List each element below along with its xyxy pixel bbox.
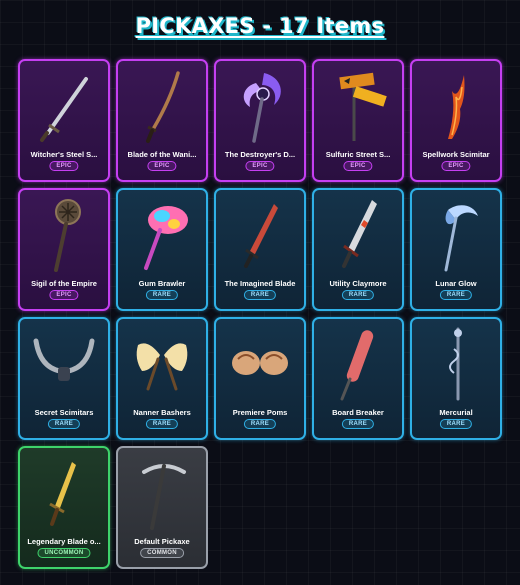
- lunar-axe-icon: [412, 190, 500, 276]
- red-blade-icon: [216, 190, 304, 276]
- item-card[interactable]: Nanner Bashers RARE: [116, 317, 208, 440]
- item-card[interactable]: Default Pickaxe COMMON: [116, 446, 208, 569]
- item-name: Premiere Poms: [232, 408, 288, 417]
- rarity-badge: EPIC: [49, 290, 79, 300]
- banana-bashers-icon: [118, 319, 206, 405]
- claymore-icon: [314, 190, 402, 276]
- street-sign-icon: [314, 61, 402, 147]
- item-name: Nanner Bashers: [133, 408, 191, 417]
- rarity-badge: RARE: [243, 419, 277, 429]
- item-card[interactable]: Mercurial RARE: [410, 317, 502, 440]
- rarity-badge: RARE: [145, 290, 179, 300]
- item-card[interactable]: Lunar Glow RARE: [410, 188, 502, 311]
- rarity-badge: EPIC: [245, 161, 275, 171]
- skateboard-icon: [314, 319, 402, 405]
- item-name: Mercurial: [439, 408, 473, 417]
- steel-sword-icon: [20, 61, 108, 147]
- rarity-badge: RARE: [145, 419, 179, 429]
- golden-sword-icon: [20, 448, 108, 534]
- sigil-mace-icon: [20, 190, 108, 276]
- rarity-badge: UNCOMMON: [37, 548, 91, 558]
- gum-hammer-icon: [118, 190, 206, 276]
- item-card[interactable]: Spellwork Scimitar EPIC: [410, 59, 502, 182]
- rarity-badge: EPIC: [49, 161, 79, 171]
- flame-scimitar-icon: [412, 61, 500, 147]
- item-card[interactable]: The Imagined Blade RARE: [214, 188, 306, 311]
- item-name: Default Pickaxe: [134, 537, 190, 546]
- item-name: Witcher's Steel S...: [30, 150, 98, 159]
- item-card[interactable]: Utility Claymore RARE: [312, 188, 404, 311]
- mercurial-staff-icon: [412, 319, 500, 405]
- item-card[interactable]: Sigil of the Empire EPIC: [18, 188, 110, 311]
- item-grid: Witcher's Steel S... EPIC Blade of the W…: [18, 59, 502, 569]
- pickaxe-icon: [118, 448, 206, 534]
- item-name: Blade of the Wani...: [127, 150, 197, 159]
- item-name: Sulfuric Street S...: [325, 150, 391, 159]
- item-card[interactable]: Witcher's Steel S... EPIC: [18, 59, 110, 182]
- rarity-badge: RARE: [341, 419, 375, 429]
- rarity-badge: RARE: [439, 419, 473, 429]
- pom-poms-icon: [216, 319, 304, 405]
- item-card[interactable]: Premiere Poms RARE: [214, 317, 306, 440]
- item-card[interactable]: Legendary Blade o... UNCOMMON: [18, 446, 110, 569]
- twin-scimitars-icon: [20, 319, 108, 405]
- item-card[interactable]: Secret Scimitars RARE: [18, 317, 110, 440]
- item-card[interactable]: Board Breaker RARE: [312, 317, 404, 440]
- crescent-axe-icon: [216, 61, 304, 147]
- item-name: Spellwork Scimitar: [422, 150, 490, 159]
- page-title: PICKAXES - 17 Items: [135, 14, 385, 38]
- rarity-badge: RARE: [439, 290, 473, 300]
- item-card[interactable]: Sulfuric Street S... EPIC: [312, 59, 404, 182]
- katana-icon: [118, 61, 206, 147]
- item-name: The Imagined Blade: [224, 279, 296, 288]
- item-name: Board Breaker: [332, 408, 384, 417]
- item-name: Legendary Blade o...: [27, 537, 101, 546]
- rarity-badge: RARE: [341, 290, 375, 300]
- rarity-badge: EPIC: [343, 161, 373, 171]
- item-name: Gum Brawler: [138, 279, 186, 288]
- rarity-badge: RARE: [243, 290, 277, 300]
- rarity-badge: EPIC: [441, 161, 471, 171]
- item-card[interactable]: Gum Brawler RARE: [116, 188, 208, 311]
- item-name: Utility Claymore: [329, 279, 387, 288]
- rarity-badge: EPIC: [147, 161, 177, 171]
- item-name: Lunar Glow: [435, 279, 477, 288]
- item-name: Secret Scimitars: [34, 408, 94, 417]
- rarity-badge: COMMON: [140, 548, 184, 558]
- item-card[interactable]: The Destroyer's D... EPIC: [214, 59, 306, 182]
- item-card[interactable]: Blade of the Wani... EPIC: [116, 59, 208, 182]
- item-name: The Destroyer's D...: [224, 150, 296, 159]
- rarity-badge: RARE: [47, 419, 81, 429]
- item-name: Sigil of the Empire: [31, 279, 97, 288]
